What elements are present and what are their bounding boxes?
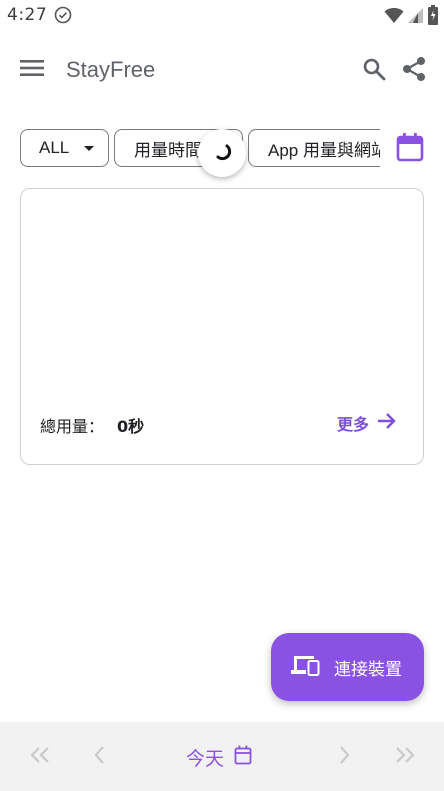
dropdown-caret-icon — [84, 146, 94, 151]
first-page-button[interactable] — [25, 742, 55, 772]
metric-filter-label: 用量時間 — [134, 140, 202, 160]
previous-day-button[interactable] — [84, 742, 114, 772]
last-page-button[interactable] — [390, 742, 420, 772]
arrow-right-icon — [377, 412, 397, 434]
device-filter-label: ALL — [39, 138, 70, 157]
app-title: StayFree — [66, 57, 156, 82]
today-button[interactable]: 今天 — [186, 743, 252, 771]
app-bar: StayFree — [0, 44, 444, 96]
search-icon — [362, 57, 386, 85]
search-button[interactable] — [358, 55, 390, 87]
device-filter-dropdown[interactable]: ALL — [20, 129, 109, 167]
next-icon — [339, 746, 351, 768]
date-navigation-bar: 今天 — [0, 722, 444, 791]
total-usage-label: 總用量： — [40, 417, 105, 436]
calendar-icon — [234, 745, 252, 770]
status-time: 4:27 — [7, 5, 48, 25]
first-page-icon — [29, 747, 51, 767]
wifi-icon — [384, 6, 404, 28]
connect-device-button[interactable]: 連接裝置 — [271, 633, 424, 701]
view-filter-chip[interactable]: App 用量與網站 — [248, 129, 380, 167]
status-icons — [384, 5, 438, 29]
more-label: 更多 — [337, 415, 370, 434]
battery-icon — [428, 5, 438, 29]
devices-icon — [290, 654, 320, 681]
today-label: 今天 — [186, 747, 225, 770]
prev-icon — [93, 746, 105, 768]
loading-spinner — [198, 129, 246, 177]
connect-device-label: 連接裝置 — [334, 659, 402, 680]
status-bar: 4:27 — [0, 0, 444, 30]
usage-summary-card: 總用量： 0秒 更多 — [20, 188, 424, 465]
view-filter-label: App 用量與網站 — [268, 140, 380, 160]
spinner-icon — [210, 139, 234, 167]
signal-icon — [408, 6, 424, 28]
last-page-icon — [394, 747, 416, 767]
total-usage-value: 0秒 — [117, 417, 145, 436]
next-day-button[interactable] — [330, 742, 360, 772]
menu-icon — [20, 59, 44, 81]
share-icon — [401, 56, 427, 86]
menu-button[interactable] — [16, 56, 48, 84]
calendar-icon — [396, 132, 424, 166]
calendar-button[interactable] — [393, 132, 427, 166]
share-button[interactable] — [398, 55, 430, 87]
more-button[interactable]: 更多 — [337, 411, 397, 435]
check-circle-icon — [54, 6, 72, 24]
